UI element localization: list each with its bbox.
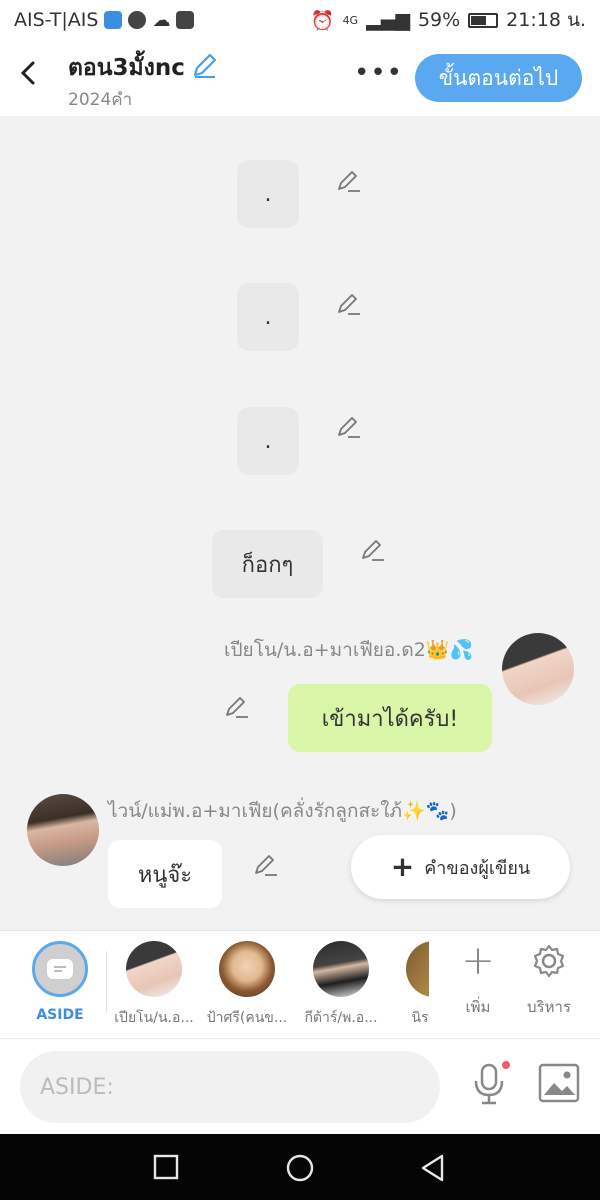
character-label: กีต้าร์/พ.อ...	[304, 1010, 378, 1026]
battery-icon	[468, 12, 499, 28]
narration-text: .	[264, 304, 272, 330]
divider	[106, 951, 107, 1013]
character-name: เปียโน/น.อ+มาเฟียอ.ด2👑💦	[224, 639, 474, 661]
writer-note-label: คำของผู้เขียน	[424, 857, 531, 879]
back-arrow-icon[interactable]	[14, 58, 44, 88]
manage-label: บริหาร	[527, 998, 571, 1016]
edit-pencil-icon[interactable]	[336, 414, 362, 440]
alarm-icon: ⏰	[310, 9, 335, 32]
aside-selector[interactable]: ASIDE	[15, 941, 105, 1023]
chat-area: . . . ก็อกๆ เปียโน/น.อ+มาเฟียอ.ด2👑💦 เข้า…	[0, 116, 600, 930]
shield-app-icon	[104, 11, 123, 29]
edit-pencil-icon[interactable]	[336, 168, 362, 194]
word-count: 2024คำ	[68, 90, 133, 110]
writer-note-button[interactable]: + คำของผู้เขียน	[351, 835, 570, 899]
character-label: เปียโน/น.อ...	[114, 1010, 194, 1026]
message-text: หนูจ๊ะ	[137, 862, 193, 888]
facebook-icon	[176, 11, 195, 29]
character-selector[interactable]: นิร	[389, 941, 429, 1029]
character-selector[interactable]: ป้าศรี(คนข...	[202, 941, 292, 1029]
chat-header: ตอน3มั้งnc 2024คำ ••• ขั้นตอนต่อไป	[0, 40, 600, 116]
message-input[interactable]	[20, 1051, 440, 1123]
character-avatar[interactable]	[27, 794, 99, 866]
edit-pencil-icon[interactable]	[253, 852, 279, 878]
pencil-icon[interactable]	[191, 51, 219, 85]
plus-icon: +	[461, 938, 495, 984]
character-avatar[interactable]	[502, 633, 574, 705]
add-label: เพิ่ม	[465, 998, 491, 1016]
character-avatar	[126, 941, 182, 997]
back-nav-icon[interactable]	[420, 1153, 446, 1183]
character-label: นิร	[411, 1010, 429, 1026]
aside-label: ASIDE	[36, 1007, 84, 1023]
aside-avatar	[32, 941, 88, 997]
status-bar: AIS-T|AIS ☁ ⏰ 4G ▂▄▆ 59% 21:18 น.	[0, 0, 600, 40]
narration-bubble[interactable]: ก็อกๆ	[212, 530, 323, 598]
narration-bubble[interactable]: .	[237, 407, 299, 475]
edit-pencil-icon[interactable]	[336, 291, 362, 317]
input-bar	[0, 1038, 600, 1134]
character-name: ไวน์/แม่พ.อ+มาเฟีย(คลั่งรักลูกสะใภ้✨🐾)	[108, 800, 457, 822]
home-icon[interactable]	[285, 1153, 315, 1183]
narration-bubble[interactable]: .	[237, 160, 299, 228]
gear-icon	[514, 941, 584, 981]
message-text: เข้ามาได้ครับ!	[321, 706, 459, 732]
manage-characters-button[interactable]: บริหาร	[514, 941, 584, 1019]
episode-title-text: ตอน3มั้งnc	[68, 55, 185, 81]
more-options-icon[interactable]: •••	[354, 58, 403, 88]
character-selector[interactable]: กีต้าร์/พ.อ...	[296, 941, 386, 1029]
signal-icon: ▂▄▆	[366, 9, 410, 31]
character-bar: ASIDE เปียโน/น.อ... ป้าศรี(คนข... กีต้าร…	[0, 930, 600, 1038]
character-avatar	[406, 941, 429, 997]
next-step-button[interactable]: ขั้นตอนต่อไป	[415, 54, 582, 102]
edit-pencil-icon[interactable]	[360, 537, 386, 563]
recent-apps-icon[interactable]	[153, 1154, 179, 1180]
battery-percent: 59%	[417, 9, 461, 31]
carrier-label: AIS-T|AIS	[14, 9, 99, 31]
narration-text: ก็อกๆ	[241, 552, 294, 578]
clock: 21:18 น.	[506, 9, 586, 31]
narration-bubble[interactable]: .	[237, 283, 299, 351]
microphone-icon[interactable]	[470, 1061, 510, 1111]
network-label: 4G	[342, 13, 359, 27]
messenger-icon	[128, 11, 147, 29]
character-label: ป้าศรี(คนข...	[206, 1010, 288, 1026]
cloud-icon: ☁	[152, 9, 171, 31]
system-nav-bar	[0, 1134, 600, 1200]
add-character-button[interactable]: + เพิ่ม	[443, 941, 513, 1019]
character-avatar	[313, 941, 369, 997]
plus-icon: +	[390, 850, 415, 883]
image-icon[interactable]	[538, 1063, 580, 1107]
message-bubble[interactable]: เข้ามาได้ครับ!	[288, 684, 492, 752]
message-bubble[interactable]: หนูจ๊ะ	[108, 840, 222, 908]
episode-title[interactable]: ตอน3มั้งnc	[68, 50, 219, 86]
character-selector[interactable]: เปียโน/น.อ...	[109, 941, 199, 1029]
narration-text: .	[264, 181, 272, 207]
edit-pencil-icon[interactable]	[224, 694, 250, 720]
narration-text: .	[264, 428, 272, 454]
character-avatar	[219, 941, 275, 997]
